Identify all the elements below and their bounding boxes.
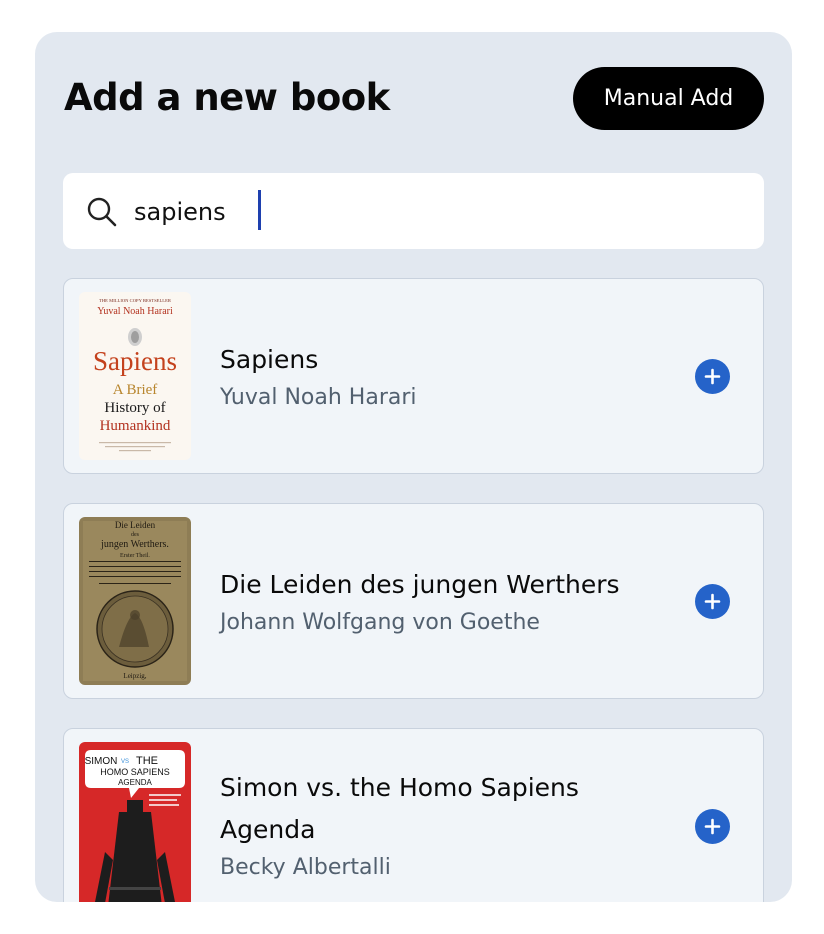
cover-line-4: Erster Theil. (120, 553, 150, 559)
plus-icon (704, 593, 721, 610)
cover-title: Sapiens (93, 346, 177, 376)
header: Add a new book Manual Add (35, 32, 792, 167)
list-item[interactable]: SIMON VS THE HOMO SAPIENS AGENDA Simon v… (63, 728, 764, 902)
cover-subtitle-3: Humankind (100, 418, 171, 434)
book-cover-image: Die Leiden des jungen Werthers. Erster T… (79, 517, 191, 685)
cover-subtitle-2: History of (104, 400, 165, 416)
book-author: Yuval Noah Harari (220, 385, 417, 410)
cover-vs: VS (121, 759, 129, 765)
text-caret (258, 190, 261, 230)
add-book-panel: Add a new book Manual Add sapiens THE MI… (35, 32, 792, 902)
manual-add-button[interactable]: Manual Add (573, 67, 764, 130)
page-title: Add a new book (64, 76, 390, 119)
book-title-line-2: Agenda (220, 815, 316, 844)
book-author: Becky Albertalli (220, 855, 391, 880)
cover-line-2: HOMO SAPIENS (100, 767, 170, 777)
add-book-button[interactable] (695, 809, 730, 844)
book-cover-image: SIMON VS THE HOMO SAPIENS AGENDA (79, 742, 191, 902)
cover-top-line: THE MILLION COPY BESTSELLER (99, 298, 172, 303)
cover-line-1: Die Leiden (115, 520, 156, 530)
list-item[interactable]: THE MILLION COPY BESTSELLER Yuval Noah H… (63, 278, 764, 474)
book-title: Die Leiden des jungen Werthers (220, 570, 620, 599)
search-icon (85, 195, 119, 229)
cover-line-3: AGENDA (118, 778, 152, 787)
cover-subtitle-1: A Brief (113, 382, 158, 398)
book-info: Sapiens Yuval Noah Harari (220, 339, 660, 415)
cover-line-2: des (131, 532, 140, 538)
search-box[interactable]: sapiens (63, 173, 764, 249)
cover-author: Yuval Noah Harari (97, 306, 173, 317)
search-input[interactable]: sapiens (134, 195, 226, 229)
book-title-line-1: Simon vs. the Homo Sapiens (220, 773, 579, 802)
add-book-button[interactable] (695, 584, 730, 619)
cover-line-1b: THE (136, 755, 158, 767)
cover-line-3: jungen Werthers. (100, 539, 169, 550)
add-book-button[interactable] (695, 359, 730, 394)
cover-footer: Leipzig, (123, 672, 146, 680)
book-info: Simon vs. the Homo Sapiens Agenda Becky … (220, 767, 660, 885)
book-author: Johann Wolfgang von Goethe (220, 610, 540, 635)
list-item[interactable]: Die Leiden des jungen Werthers. Erster T… (63, 503, 764, 699)
book-info: Die Leiden des jungen Werthers Johann Wo… (220, 564, 660, 640)
plus-icon (704, 368, 721, 385)
book-title: Sapiens (220, 345, 319, 374)
cover-line-1: SIMON (85, 756, 118, 767)
plus-icon (704, 818, 721, 835)
book-cover-image: THE MILLION COPY BESTSELLER Yuval Noah H… (79, 292, 191, 460)
